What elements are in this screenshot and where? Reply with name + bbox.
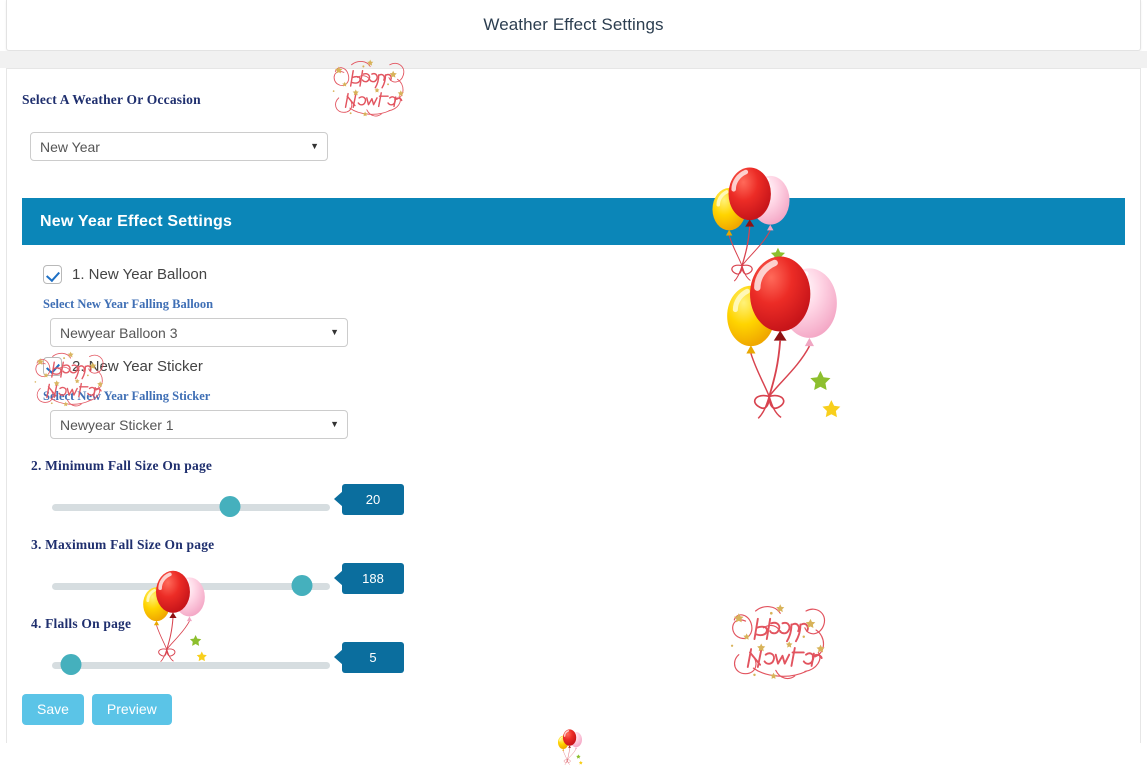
option-row-sticker[interactable]: 2. New Year Sticker: [43, 357, 203, 376]
slider-track[interactable]: [52, 504, 330, 511]
slider-track[interactable]: [52, 662, 330, 669]
action-buttons: Save Preview: [22, 694, 172, 725]
slider-value-badge: 188: [334, 563, 404, 594]
slider-falls-on-page[interactable]: 5: [52, 642, 404, 676]
page-title: Weather Effect Settings: [483, 15, 664, 34]
occasion-label: Select A Weather Or Occasion: [22, 92, 201, 107]
checkbox-new-year-balloon[interactable]: [43, 265, 62, 284]
select-falling-sticker-value: Newyear Sticker 1: [60, 416, 174, 433]
occasion-select-value: New Year: [40, 138, 100, 155]
sub-label-falling-sticker: Select New Year Falling Sticker: [43, 389, 211, 403]
slider-thumb[interactable]: [219, 496, 241, 517]
section-title: New Year Effect Settings: [40, 212, 233, 230]
select-falling-balloon-value: Newyear Balloon 3: [60, 324, 178, 341]
checkbox-label-new-year-balloon: 1. New Year Balloon: [72, 266, 208, 283]
header-gap-strip: [0, 51, 1147, 68]
window-header: Weather Effect Settings: [6, 0, 1141, 51]
checkbox-new-year-sticker[interactable]: [43, 357, 62, 376]
chevron-down-icon: ▼: [330, 326, 339, 337]
slider-value-badge: 20: [334, 484, 404, 515]
slider-track[interactable]: [52, 583, 330, 590]
settings-panel: [6, 68, 1141, 743]
chevron-down-icon: ▼: [310, 140, 319, 151]
app-root: Weather Effect Settings Select A Weather…: [0, 0, 1147, 750]
slider-label-max-fall-size: 3. Maximum Fall Size On page: [31, 537, 215, 552]
slider-thumb[interactable]: [291, 575, 313, 596]
slider-label-falls-on-page: 4. Flalls On page: [31, 616, 132, 631]
slider-value-badge: 5: [334, 642, 404, 673]
select-falling-sticker[interactable]: Newyear Sticker 1 ▼: [50, 410, 348, 439]
sub-label-falling-balloon: Select New Year Falling Balloon: [43, 297, 214, 311]
option-row-balloon[interactable]: 1. New Year Balloon: [43, 265, 207, 284]
select-falling-balloon[interactable]: Newyear Balloon 3 ▼: [50, 318, 348, 347]
slider-min-fall-size[interactable]: 20: [52, 484, 404, 518]
occasion-select[interactable]: New Year ▼: [30, 132, 328, 161]
save-button[interactable]: Save: [22, 694, 84, 725]
checkbox-label-new-year-sticker: 2. New Year Sticker: [72, 358, 203, 375]
slider-label-min-fall-size: 2. Minimum Fall Size On page: [31, 458, 213, 473]
section-header-bar: New Year Effect Settings: [22, 198, 1125, 245]
slider-thumb[interactable]: [60, 654, 82, 675]
preview-button[interactable]: Preview: [91, 694, 172, 725]
chevron-down-icon: ▼: [330, 418, 339, 429]
slider-max-fall-size[interactable]: 188: [52, 563, 404, 597]
